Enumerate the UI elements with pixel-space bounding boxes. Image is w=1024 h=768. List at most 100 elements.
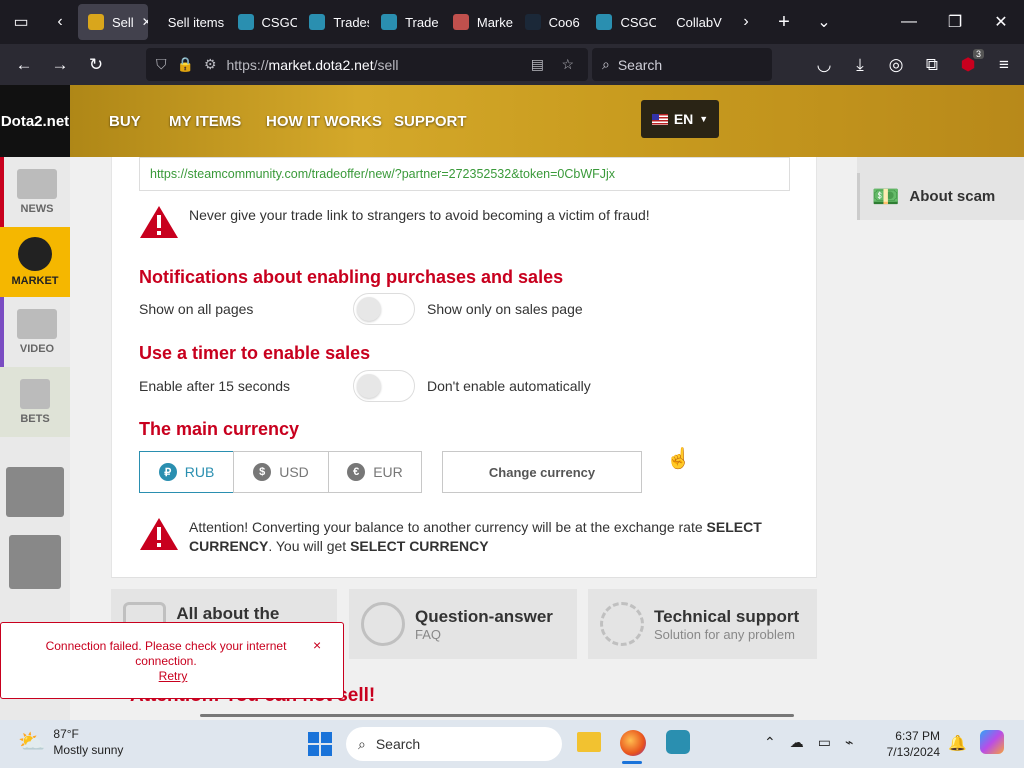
reader-view-icon[interactable]: ▤ — [531, 56, 544, 73]
sidebar-item-rust[interactable] — [0, 527, 70, 597]
browser-tab[interactable]: Marke — [443, 4, 513, 40]
sidebar-item-video[interactable]: VIDEO — [0, 297, 70, 367]
browser-tab[interactable]: CSGO — [586, 4, 656, 40]
chevron-down-icon: ▼ — [699, 114, 709, 124]
forward-icon[interactable]: → — [42, 47, 78, 83]
notif-option-all-pages[interactable]: Show on all pages — [139, 301, 253, 317]
minimize-icon[interactable]: — — [886, 0, 932, 44]
newspaper-icon — [17, 169, 57, 199]
nav-buy[interactable]: BUY — [109, 113, 141, 130]
notifications-toggle[interactable] — [353, 293, 415, 325]
trade-link-warning: Never give your trade link to strangers … — [189, 207, 650, 223]
browser-tab[interactable]: CSGO — [228, 4, 297, 40]
display-icon[interactable]: ▭ — [818, 734, 831, 751]
tab-favicon-icon — [237, 14, 254, 30]
timer-toggle[interactable] — [353, 370, 415, 402]
bookmark-star-icon[interactable]: ☆ — [561, 56, 574, 73]
sidebar-item-csgo[interactable] — [0, 457, 70, 527]
shield-icon[interactable]: ⛉ — [156, 56, 167, 73]
file-explorer-icon[interactable] — [577, 732, 601, 752]
dollar-icon: $ — [253, 463, 272, 481]
notif-option-sales-page[interactable]: Show only on sales page — [427, 301, 583, 317]
back-icon[interactable]: ← — [6, 47, 42, 83]
browser-tab[interactable]: Coo6 — [515, 4, 585, 40]
chevron-up-icon[interactable]: ⌃ — [764, 734, 776, 751]
cloud-offline-icon[interactable]: ☁ — [790, 734, 804, 751]
reload-icon[interactable]: ↻ — [78, 47, 114, 83]
search-input[interactable]: ⌕ Search — [592, 48, 772, 81]
horizontal-scrollbar[interactable] — [200, 714, 794, 717]
close-tab-icon[interactable]: ✕ — [142, 15, 148, 29]
steam-app-icon[interactable] — [666, 730, 690, 754]
lock-icon[interactable]: 🔒 — [177, 56, 194, 73]
us-flag-icon — [651, 113, 668, 125]
info-card-faq[interactable]: Question-answer FAQ — [349, 589, 577, 659]
toast-message: Connection failed. Please check your int… — [45, 639, 287, 668]
dice-icon — [20, 379, 50, 409]
sidebar-item-bets[interactable]: BETS — [0, 367, 70, 437]
sidebar-item-about-scam[interactable]: 💵 About scam — [857, 173, 1024, 220]
close-toast-icon[interactable]: × — [313, 637, 321, 653]
browser-tab[interactable]: Sell ✕ — [78, 4, 148, 40]
menu-icon[interactable]: ≡ — [986, 47, 1022, 83]
browser-nav-bar: ← → ↻ ⛉ 🔒 ⚙ https://market.dota2.net/sel… — [0, 44, 1024, 85]
taskbar-search[interactable]: ⌕ Search — [346, 727, 562, 761]
url-text: https://market.dota2.net/sell — [226, 56, 399, 73]
language-selector[interactable]: EN ▼ — [641, 100, 719, 138]
search-icon: ⌕ — [602, 56, 610, 72]
sidebar-item-market[interactable]: MARKET — [0, 227, 70, 297]
info-card-support[interactable]: Technical support Solution for any proble… — [588, 589, 817, 659]
permissions-icon[interactable]: ⚙ — [204, 56, 217, 73]
hand-cursor-icon: ☝ — [666, 448, 691, 470]
firefox-icon[interactable] — [620, 730, 646, 756]
sidebar-item-news[interactable]: NEWS — [0, 157, 70, 227]
ruble-icon: ₽ — [158, 463, 177, 481]
right-sidebar-menu: 💵 About scam — [857, 157, 1024, 220]
scroll-tabs-left-icon[interactable]: ‹ — [42, 0, 78, 44]
browser-tab[interactable]: Trade — [371, 4, 441, 40]
timer-option-15s[interactable]: Enable after 15 seconds — [139, 378, 290, 394]
downloads-icon[interactable]: ⤓ — [842, 47, 878, 83]
restore-icon[interactable]: ❐ — [932, 0, 978, 44]
retry-link[interactable]: Retry — [1, 669, 345, 683]
notifications-heading: Notifications about enabling purchases a… — [139, 267, 564, 287]
nav-my-items[interactable]: MY ITEMS — [169, 113, 241, 130]
sun-cloud-icon: ⛅ — [18, 729, 46, 754]
site-header: Dota2.net BUY MY ITEMS HOW IT WORKS SUPP… — [0, 85, 1024, 157]
currency-eur-button[interactable]: € EUR — [328, 451, 422, 493]
film-icon — [17, 309, 57, 339]
scroll-tabs-right-icon[interactable]: › — [728, 0, 764, 44]
conversion-warning: Attention! Converting your balance to an… — [189, 519, 762, 554]
network-icon[interactable]: ⌁ — [845, 734, 853, 751]
tab-list-icon[interactable]: ▭ — [0, 0, 42, 44]
warning-icon — [140, 206, 178, 238]
nav-how-it-works[interactable]: HOW IT WORKS — [266, 113, 382, 130]
lifebuoy-icon — [600, 602, 644, 646]
url-bar[interactable]: ⛉ 🔒 ⚙ https://market.dota2.net/sell ▤ ☆ — [146, 48, 588, 81]
timer-option-manual[interactable]: Don't enable automatically — [427, 378, 591, 394]
trade-link-field[interactable]: https://steamcommunity.com/tradeoffer/ne… — [139, 157, 790, 191]
pocket-icon[interactable]: ◡ — [806, 47, 842, 83]
ublock-icon[interactable]: ⬢ 3 — [950, 47, 986, 83]
account-icon[interactable]: ◎ — [878, 47, 914, 83]
browser-tab[interactable]: Trades — [299, 4, 369, 40]
site-logo[interactable]: Dota2.net — [0, 85, 70, 157]
nav-support[interactable]: SUPPORT — [394, 113, 467, 130]
new-tab-icon[interactable]: + — [764, 0, 804, 44]
active-app-indicator — [622, 761, 642, 764]
weather-widget[interactable]: ⛅ 87°F Mostly sunny — [18, 726, 123, 758]
browser-tab[interactable]: Sell items — [150, 4, 226, 40]
browser-tab[interactable]: CollabV — [658, 4, 728, 40]
currency-usd-button[interactable]: $ USD — [233, 451, 329, 493]
euro-icon: € — [347, 463, 366, 481]
notification-bell-icon[interactable]: 🔔 — [948, 734, 967, 752]
close-window-icon[interactable]: ✕ — [978, 0, 1024, 44]
change-currency-button[interactable]: Change currency — [442, 451, 642, 493]
csgo-game-icon — [6, 467, 64, 517]
copilot-icon[interactable] — [980, 730, 1004, 754]
extensions-icon[interactable]: ⧉ — [914, 47, 950, 83]
clock[interactable]: 6:37 PM 7/13/2024 — [884, 728, 940, 760]
start-button[interactable] — [308, 732, 332, 756]
currency-rub-button[interactable]: ₽ RUB — [139, 451, 234, 493]
list-all-tabs-icon[interactable]: ⌄ — [804, 0, 844, 44]
